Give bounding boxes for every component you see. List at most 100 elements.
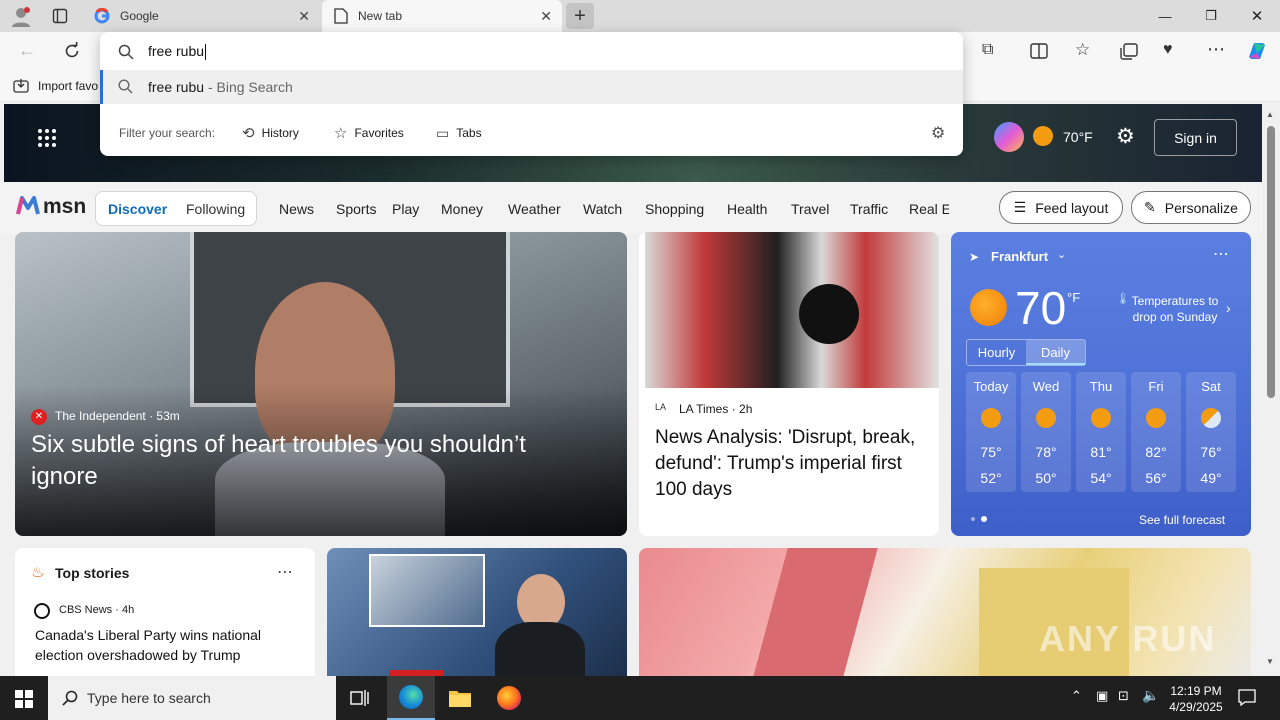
weather-alert[interactable]: Temperatures to drop on Sunday <box>1129 293 1221 325</box>
forecast-day[interactable]: Fri 82° 56° <box>1131 372 1181 492</box>
restore-button[interactable]: ❐ <box>1188 0 1234 32</box>
cbs-icon <box>34 603 50 619</box>
network-icon[interactable]: ⊡ <box>1118 688 1129 704</box>
device-icon[interactable]: ▣ <box>1096 688 1108 704</box>
article-image <box>645 232 939 388</box>
search-suggestion[interactable]: free rubu - Bing Search <box>100 70 963 104</box>
task-view-icon[interactable] <box>350 689 370 707</box>
file-explorer-icon[interactable] <box>448 687 472 709</box>
profile-icon[interactable] <box>10 6 32 28</box>
nav-real-estate[interactable]: Real E <box>909 201 949 217</box>
taskbar-search[interactable]: Type here to search <box>48 676 336 720</box>
import-favorites-link[interactable]: Import favo <box>38 79 98 93</box>
copilot-icon[interactable] <box>1245 39 1269 63</box>
story-headline[interactable]: Canada's Liberal Party wins national ele… <box>35 625 295 665</box>
page-scrollbar[interactable]: ▲ ▼ <box>1262 104 1280 676</box>
address-input[interactable]: free rubu <box>148 43 207 61</box>
forecast-low: 49° <box>1200 470 1222 486</box>
chevron-right-icon[interactable]: › <box>1226 300 1231 316</box>
sign-in-button[interactable]: Sign in <box>1154 119 1237 156</box>
nav-watch[interactable]: Watch <box>583 201 645 217</box>
more-icon[interactable]: ⋯ <box>277 562 293 582</box>
chevron-down-icon[interactable]: ⌄ <box>1057 248 1066 261</box>
forecast-day-label: Fri <box>1148 379 1164 394</box>
weather-temp: 70 <box>1015 282 1067 334</box>
weather-card[interactable]: ➤ Frankfurt ⌄ ⋯ 70 °F 🌡 Temperatures to … <box>951 232 1251 536</box>
tab-google[interactable]: Google ✕ <box>84 0 320 32</box>
volume-icon[interactable]: 🔈 <box>1142 687 1159 704</box>
windows-start-icon[interactable] <box>15 690 33 708</box>
forecast-low: 50° <box>1035 470 1057 486</box>
forecast-low: 52° <box>980 470 1002 486</box>
refresh-icon[interactable] <box>63 42 81 60</box>
pager-dots[interactable] <box>971 516 987 522</box>
weather-city[interactable]: Frankfurt <box>991 249 1048 264</box>
story-age: 4h <box>121 604 135 616</box>
tab-new-tab[interactable]: New tab ✕ <box>322 0 562 32</box>
taskbar-search-placeholder: Type here to search <box>87 690 211 706</box>
forecast-day[interactable]: Wed 78° 50° <box>1021 372 1071 492</box>
tab-following[interactable]: Following <box>186 201 245 217</box>
rewards-icon[interactable] <box>994 122 1024 152</box>
favorites-icon[interactable]: ☆ <box>1075 40 1090 60</box>
nav-shopping[interactable]: Shopping <box>645 201 727 217</box>
weather-chip[interactable]: 70°F <box>1063 129 1093 145</box>
article-headline: News Analysis: 'Disrupt, break, defund':… <box>655 427 916 500</box>
close-window-button[interactable]: ✕ <box>1234 0 1280 32</box>
scrollbar-thumb[interactable] <box>1267 126 1275 398</box>
forecast-day[interactable]: Thu 81° 54° <box>1076 372 1126 492</box>
nav-health[interactable]: Health <box>727 201 791 217</box>
tab-discover[interactable]: Discover <box>108 201 167 217</box>
nav-weather[interactable]: Weather <box>508 201 583 217</box>
nav-money[interactable]: Money <box>441 201 508 217</box>
nav-play[interactable]: Play <box>392 201 441 217</box>
tabs-icon: ▭ <box>436 124 450 141</box>
minimize-button[interactable]: — <box>1142 0 1188 32</box>
nav-travel[interactable]: Travel <box>791 201 850 217</box>
fire-icon: ♨ <box>31 564 45 581</box>
sun-icon <box>970 289 1007 326</box>
hero-article[interactable]: ✕ The Independent · 53m Six subtle signs… <box>15 232 627 536</box>
scroll-down-icon[interactable]: ▼ <box>1266 657 1274 666</box>
firefox-icon[interactable] <box>497 686 521 710</box>
nav-sports[interactable]: Sports <box>336 201 392 217</box>
settings-icon[interactable]: ⚙ <box>931 123 945 143</box>
extensions-icon[interactable]: ⧉ <box>982 41 993 59</box>
more-menu-icon[interactable]: ⋯ <box>1207 39 1225 60</box>
close-tab-icon[interactable]: ✕ <box>298 8 310 25</box>
tab-actions-icon[interactable] <box>52 8 68 24</box>
more-icon[interactable]: ⋯ <box>1213 244 1229 264</box>
performance-icon[interactable]: ♥ <box>1163 41 1173 59</box>
scroll-up-icon[interactable]: ▲ <box>1266 110 1274 119</box>
settings-icon[interactable]: ⚙ <box>1116 124 1135 149</box>
page-icon <box>334 8 348 24</box>
forecast-day[interactable]: Today 75° 52° <box>966 372 1016 492</box>
video-article-card[interactable] <box>327 548 627 676</box>
toggle-hourly[interactable]: Hourly <box>967 340 1026 365</box>
app-launcher-icon[interactable] <box>37 128 57 148</box>
filter-history[interactable]: ⟲ History <box>242 124 299 142</box>
filter-tabs[interactable]: ▭ Tabs <box>436 125 482 142</box>
split-screen-icon[interactable] <box>1030 43 1048 59</box>
search-icon <box>118 44 134 60</box>
image-article-card[interactable]: ANY RUN <box>639 548 1251 676</box>
edge-taskbar-button[interactable] <box>387 676 435 720</box>
clock[interactable]: 12:19 PM 4/29/2025 <box>1166 683 1226 715</box>
notifications-icon[interactable] <box>1238 689 1256 706</box>
msn-logo-icon[interactable] <box>16 194 40 218</box>
story-source: CBS News <box>59 604 113 616</box>
feed-layout-button[interactable]: ☰ Feed layout <box>999 191 1123 224</box>
show-hidden-icons[interactable]: ⌃ <box>1071 688 1082 704</box>
nav-traffic[interactable]: Traffic <box>850 201 909 217</box>
back-icon[interactable]: ← <box>18 40 36 61</box>
personalize-button[interactable]: ✎ Personalize <box>1131 191 1251 224</box>
collections-icon[interactable] <box>1120 43 1138 60</box>
see-full-forecast-link[interactable]: See full forecast <box>1139 513 1225 527</box>
nav-news[interactable]: News <box>279 201 336 217</box>
filter-favorites[interactable]: ☆ Favorites <box>334 124 404 142</box>
article-card[interactable]: LA LA Times · 2h News Analysis: 'Disrupt… <box>639 232 939 536</box>
forecast-day[interactable]: Sat 76° 49° <box>1186 372 1236 492</box>
new-tab-button[interactable]: + <box>566 3 594 29</box>
toggle-daily[interactable]: Daily <box>1026 340 1085 365</box>
close-tab-icon[interactable]: ✕ <box>540 8 552 25</box>
